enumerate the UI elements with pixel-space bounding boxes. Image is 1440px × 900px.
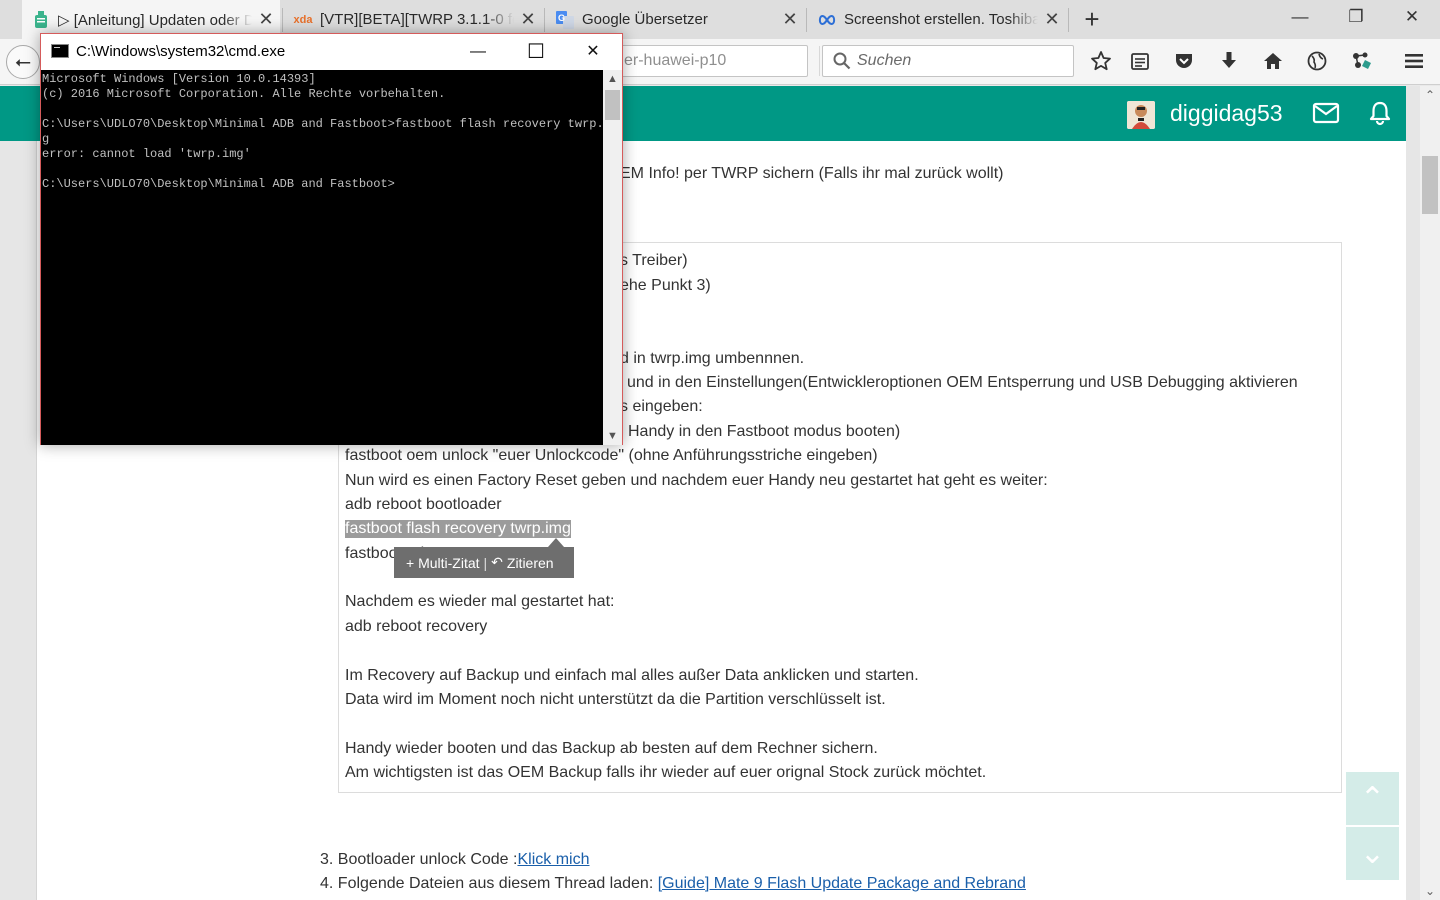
- search-bar[interactable]: [822, 45, 1074, 77]
- code-line: adb reboot recovery: [345, 618, 488, 635]
- tab-separator: [544, 8, 545, 32]
- multi-quote-button[interactable]: + Multi-Zitat: [406, 555, 480, 571]
- close-icon[interactable]: ✕: [252, 9, 280, 30]
- scroll-up-arrow-icon[interactable]: ▲: [603, 70, 622, 88]
- code-line: adb reboot bootloader: [345, 496, 502, 513]
- unlock-code-link[interactable]: Klick mich: [517, 851, 589, 868]
- cmd-window: C:\Windows\system32\cmd.exe — ☐ ✕ Micros…: [40, 33, 623, 445]
- console-line: Microsoft Windows [Version 10.0.14393]: [42, 72, 316, 86]
- pocket-icon[interactable]: [1171, 48, 1197, 74]
- console-line: (c) 2016 Microsoft Corporation. Alle Rec…: [42, 87, 446, 101]
- back-button[interactable]: ⭠: [6, 45, 40, 79]
- globe-icon[interactable]: [1304, 48, 1330, 74]
- highlighted-code-line: fastboot flash recovery twrp.img: [345, 520, 571, 538]
- xda-icon: xda: [293, 13, 313, 26]
- code-line: ehe Punkt 3): [620, 277, 711, 294]
- scroll-down-arrow-icon[interactable]: ▼: [603, 427, 622, 445]
- list-item-text: 4. Folgende Dateien aus diesem Thread la…: [320, 875, 658, 892]
- code-line: Nachdem es wieder mal gestartet hat:: [345, 593, 615, 610]
- tab-title: Screenshot erstellen. Toshiba: [844, 11, 1038, 28]
- extension-icon[interactable]: [1349, 48, 1375, 74]
- download-icon[interactable]: [1216, 48, 1242, 74]
- code-line: Am wichtigsten ist das OEM Backup falls …: [345, 764, 987, 781]
- quote-popup-arrow: [548, 538, 564, 547]
- quote-button[interactable]: Zitieren: [507, 555, 554, 571]
- tab-separator: [282, 8, 283, 32]
- quote-popup: + Multi-Zitat | ↶ Zitieren: [394, 547, 574, 578]
- svg-text:G: G: [558, 13, 565, 23]
- tab-title: Google Übersetzer: [582, 11, 708, 28]
- list-item-text: 3. Bootloader unlock Code :: [320, 851, 518, 868]
- cmd-title: C:\Windows\system32\cmd.exe: [76, 43, 286, 60]
- close-icon[interactable]: ✕: [1038, 9, 1066, 30]
- cmd-console[interactable]: Microsoft Windows [Version 10.0.14393] (…: [41, 70, 603, 445]
- new-tab-button[interactable]: +: [1078, 4, 1106, 34]
- window-close-button[interactable]: ✕: [1384, 0, 1440, 34]
- code-line: fastboot oem unlock "euer Unlockcode" (o…: [345, 447, 878, 464]
- tab-screenshot[interactable]: Screenshot erstellen. Toshiba ✕: [808, 0, 1066, 39]
- console-line: C:\Users\UDLO70\Desktop\Minimal ADB and …: [42, 117, 603, 131]
- code-line: Handy wieder booten und das Backup ab be…: [345, 740, 878, 757]
- code-line: Handy in den Fastboot modus booten): [628, 423, 901, 440]
- console-line: C:\Users\UDLO70\Desktop\Minimal ADB and …: [42, 177, 395, 191]
- infinity-icon: [818, 11, 836, 29]
- popup-separator: |: [483, 554, 488, 571]
- star-icon[interactable]: [1088, 48, 1114, 74]
- quote-icon: ↶: [491, 554, 503, 570]
- code-line: s eingeben:: [620, 398, 703, 415]
- code-line: s Treiber): [620, 252, 688, 269]
- window-restore-button[interactable]: ❐: [1328, 0, 1384, 34]
- code-line: d in twrp.img umbennnen.: [620, 350, 805, 367]
- list-item: 4. Folgende Dateien aus diesem Thread la…: [320, 875, 1026, 893]
- cmd-close-button[interactable]: ✕: [564, 34, 622, 70]
- scroll-down-arrow-icon[interactable]: ⌄: [1420, 884, 1440, 898]
- tab-title: ▷ [Anleitung] Updaten oder Debranden: [58, 11, 252, 29]
- cmd-scrollbar-thumb[interactable]: [605, 90, 620, 120]
- window-minimize-button[interactable]: —: [1272, 0, 1328, 34]
- console-line: g: [42, 132, 50, 146]
- menu-icon[interactable]: [1401, 48, 1427, 74]
- google-translate-icon: G: [556, 10, 574, 29]
- terminal-icon: [51, 44, 69, 58]
- code-line: Nun wird es einen Factory Reset geben un…: [345, 472, 1048, 489]
- cmd-minimize-button[interactable]: —: [449, 34, 507, 70]
- reading-list-icon[interactable]: [1127, 48, 1153, 74]
- search-input[interactable]: [857, 51, 1057, 71]
- cmd-titlebar[interactable]: C:\Windows\system32\cmd.exe — ☐ ✕: [41, 34, 622, 70]
- cmd-maximize-button[interactable]: ☐: [507, 34, 565, 70]
- avatar[interactable]: [1127, 101, 1155, 129]
- tab-title: [VTR][BETA][TWRP 3.1.1-0 for Huawei: [320, 11, 514, 28]
- cmd-scrollbar[interactable]: ▲ ▼: [603, 70, 622, 445]
- scroll-up-arrow-icon[interactable]: ⌃: [1420, 88, 1440, 102]
- home-icon[interactable]: [1260, 48, 1286, 74]
- android-forum-icon: [32, 10, 50, 29]
- close-icon[interactable]: ✕: [514, 9, 542, 30]
- guide-thread-link[interactable]: [Guide] Mate 9 Flash Update Package and …: [658, 875, 1026, 892]
- search-icon: [833, 52, 851, 70]
- close-icon[interactable]: ✕: [776, 9, 804, 30]
- url-text: er-huawei-p10: [624, 52, 727, 69]
- code-line: Data wird im Moment noch nicht unterstüt…: [345, 691, 886, 708]
- tab-separator: [806, 8, 807, 32]
- console-line: error: cannot load 'twrp.img': [42, 147, 251, 161]
- scroll-to-bottom-button[interactable]: ⌄: [1346, 827, 1399, 880]
- page-scrollbar-thumb[interactable]: [1422, 156, 1438, 214]
- intro-text: EM Info! per TWRP sichern (Falls ihr mal…: [620, 165, 1004, 182]
- scroll-to-top-button[interactable]: ⌃: [1346, 772, 1399, 825]
- tab-separator: [1068, 8, 1069, 32]
- list-item: 3. Bootloader unlock Code :Klick mich: [320, 851, 589, 869]
- mail-icon[interactable]: [1312, 102, 1340, 124]
- page-scrollbar[interactable]: ⌃ ⌄: [1420, 86, 1440, 900]
- bell-icon[interactable]: [1366, 99, 1394, 127]
- code-line: Im Recovery auf Backup und einfach mal a…: [345, 667, 919, 684]
- code-line: und in den Einstellungen(Entwickleroptio…: [627, 374, 1298, 391]
- header-username[interactable]: diggidag53: [1170, 100, 1283, 127]
